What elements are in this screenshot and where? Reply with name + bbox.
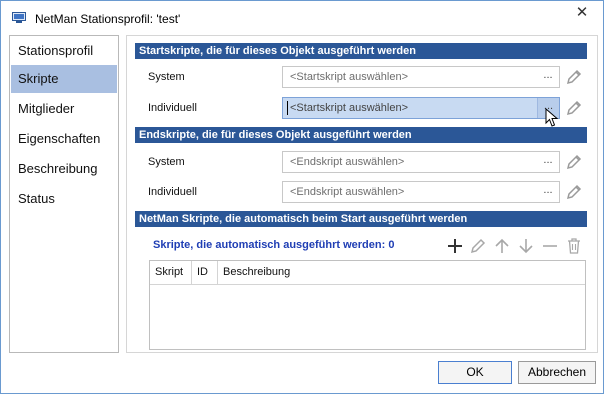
ok-button[interactable]: OK bbox=[438, 361, 512, 384]
minus-icon[interactable] bbox=[541, 237, 559, 255]
netman-skripte-header: NetMan Skripte, die automatisch beim Sta… bbox=[135, 211, 587, 227]
window-title: NetMan Stationsprofil: 'test' bbox=[35, 12, 181, 26]
start-individuell-label: Individuell bbox=[148, 102, 197, 114]
endskripte-header: Endskripte, die für dieses Objekt ausgef… bbox=[135, 127, 587, 143]
pencil-icon[interactable] bbox=[565, 153, 583, 171]
start-individuell-placeholder: <Startskript auswählen> bbox=[290, 102, 409, 114]
cancel-button[interactable]: Abbrechen bbox=[518, 361, 596, 384]
nav-item-beschreibung[interactable]: Beschreibung bbox=[11, 155, 117, 183]
mouse-pointer-icon bbox=[545, 108, 559, 127]
end-system-select[interactable]: <Endskript auswählen> ... bbox=[282, 151, 560, 173]
arrow-up-icon[interactable] bbox=[493, 237, 511, 255]
title-bar: NetMan Stationsprofil: 'test' ✕ bbox=[1, 1, 603, 35]
skripte-panel: Startskripte, die für dieses Objekt ausg… bbox=[126, 35, 598, 353]
dialog-window: NetMan Stationsprofil: 'test' ✕ Stations… bbox=[0, 0, 604, 394]
start-system-select[interactable]: <Startskript auswählen> ... bbox=[282, 66, 560, 88]
pencil-icon[interactable] bbox=[469, 237, 487, 255]
close-icon: ✕ bbox=[575, 4, 589, 21]
start-individuell-select[interactable]: <Startskript auswählen> ... bbox=[282, 97, 560, 119]
column-id[interactable]: ID bbox=[192, 261, 218, 284]
end-individuell-label: Individuell bbox=[148, 186, 197, 198]
column-skript[interactable]: Skript bbox=[150, 261, 192, 284]
start-system-browse-button[interactable]: ... bbox=[537, 67, 559, 87]
end-individuell-select[interactable]: <Endskript auswählen> ... bbox=[282, 181, 560, 203]
pencil-icon[interactable] bbox=[565, 68, 583, 86]
start-system-placeholder: <Startskript auswählen> bbox=[290, 71, 409, 83]
table-header: Skript ID Beschreibung bbox=[150, 261, 585, 285]
category-list: Stationsprofil Skripte Mitglieder Eigens… bbox=[9, 35, 119, 353]
arrow-down-icon[interactable] bbox=[517, 237, 535, 255]
end-individuell-placeholder: <Endskript auswählen> bbox=[290, 186, 405, 198]
end-system-browse-button[interactable]: ... bbox=[537, 152, 559, 172]
nav-item-eigenschaften[interactable]: Eigenschaften bbox=[11, 125, 117, 153]
monitor-icon bbox=[12, 12, 26, 23]
startskripte-header: Startskripte, die für dieses Objekt ausg… bbox=[135, 43, 587, 59]
auto-scripts-count: Skripte, die automatisch ausgeführt werd… bbox=[153, 239, 395, 251]
plus-icon[interactable] bbox=[446, 237, 464, 255]
nav-item-status[interactable]: Status bbox=[11, 185, 117, 213]
end-system-label: System bbox=[148, 156, 185, 168]
nav-item-skripte[interactable]: Skripte bbox=[11, 65, 117, 93]
scripts-table: Skript ID Beschreibung bbox=[149, 260, 586, 350]
pencil-icon[interactable] bbox=[565, 99, 583, 117]
trash-icon[interactable] bbox=[565, 237, 583, 255]
nav-item-stationsprofil[interactable]: Stationsprofil bbox=[11, 37, 117, 65]
nav-item-mitglieder[interactable]: Mitglieder bbox=[11, 95, 117, 123]
end-individuell-browse-button[interactable]: ... bbox=[537, 182, 559, 202]
pencil-icon[interactable] bbox=[565, 183, 583, 201]
text-caret bbox=[287, 101, 288, 115]
start-system-label: System bbox=[148, 71, 185, 83]
close-button[interactable]: ✕ bbox=[569, 3, 595, 25]
end-system-placeholder: <Endskript auswählen> bbox=[290, 156, 405, 168]
column-beschreibung[interactable]: Beschreibung bbox=[218, 261, 587, 284]
